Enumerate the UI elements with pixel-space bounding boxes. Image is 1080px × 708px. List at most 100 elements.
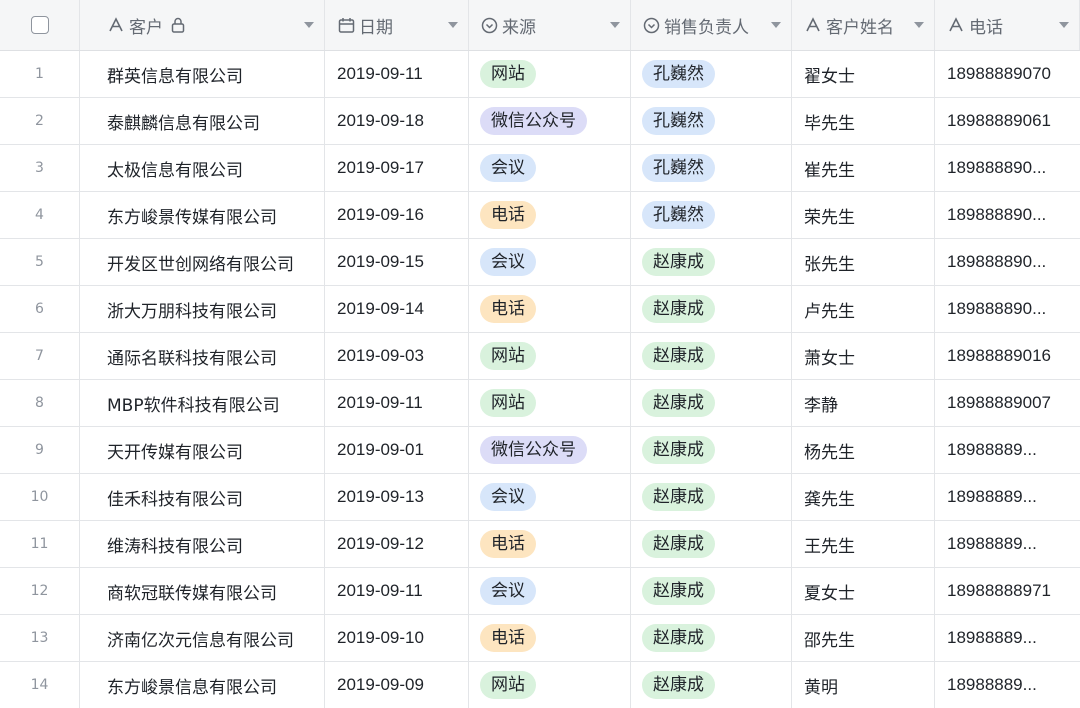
source-cell[interactable]: 电话 (469, 521, 631, 567)
phone-cell[interactable]: 18988889061 (935, 98, 1080, 144)
header-contact-name[interactable]: 客户姓名 (792, 0, 935, 50)
table-row[interactable]: 3 太极信息有限公司 2019-09-17 会议 孔巍然 崔先生 1898888… (0, 145, 1080, 192)
source-cell[interactable]: 电话 (469, 615, 631, 661)
date-cell[interactable]: 2019-09-01 (325, 427, 469, 473)
date-cell[interactable]: 2019-09-12 (325, 521, 469, 567)
customer-cell[interactable]: 佳禾科技有限公司 (80, 474, 325, 520)
owner-cell[interactable]: 赵康成 (631, 615, 792, 661)
owner-cell[interactable]: 孔巍然 (631, 98, 792, 144)
owner-cell[interactable]: 赵康成 (631, 239, 792, 285)
chevron-down-icon[interactable] (448, 22, 458, 28)
customer-cell[interactable]: 泰麒麟信息有限公司 (80, 98, 325, 144)
owner-cell[interactable]: 赵康成 (631, 333, 792, 379)
customer-cell[interactable]: 太极信息有限公司 (80, 145, 325, 191)
phone-cell[interactable]: 18988888971 (935, 568, 1080, 614)
table-row[interactable]: 13 济南亿次元信息有限公司 2019-09-10 电话 赵康成 邵先生 189… (0, 615, 1080, 662)
contact-name-cell[interactable]: 李静 (792, 380, 935, 426)
table-row[interactable]: 1 群英信息有限公司 2019-09-11 网站 孔巍然 翟女士 1898888… (0, 51, 1080, 98)
source-cell[interactable]: 网站 (469, 380, 631, 426)
row-index-cell[interactable]: 10 (0, 474, 80, 520)
table-row[interactable]: 5 开发区世创网络有限公司 2019-09-15 会议 赵康成 张先生 1898… (0, 239, 1080, 286)
table-row[interactable]: 7 通际名联科技有限公司 2019-09-03 网站 赵康成 萧女士 18988… (0, 333, 1080, 380)
source-cell[interactable]: 会议 (469, 239, 631, 285)
chevron-down-icon[interactable] (1059, 22, 1069, 28)
owner-cell[interactable]: 赵康成 (631, 380, 792, 426)
customer-cell[interactable]: MBP软件科技有限公司 (80, 380, 325, 426)
header-source[interactable]: 来源 (469, 0, 631, 50)
contact-name-cell[interactable]: 卢先生 (792, 286, 935, 332)
chevron-down-icon[interactable] (304, 22, 314, 28)
source-cell[interactable]: 网站 (469, 333, 631, 379)
phone-cell[interactable]: 18988889... (935, 474, 1080, 520)
customer-cell[interactable]: 东方峻景传媒有限公司 (80, 192, 325, 238)
date-cell[interactable]: 2019-09-10 (325, 615, 469, 661)
owner-cell[interactable]: 赵康成 (631, 662, 792, 708)
table-row[interactable]: 10 佳禾科技有限公司 2019-09-13 会议 赵康成 龚先生 189888… (0, 474, 1080, 521)
row-index-cell[interactable]: 5 (0, 239, 80, 285)
chevron-down-icon[interactable] (771, 22, 781, 28)
owner-cell[interactable]: 孔巍然 (631, 192, 792, 238)
contact-name-cell[interactable]: 龚先生 (792, 474, 935, 520)
table-row[interactable]: 8 MBP软件科技有限公司 2019-09-11 网站 赵康成 李静 18988… (0, 380, 1080, 427)
row-index-cell[interactable]: 11 (0, 521, 80, 567)
source-cell[interactable]: 微信公众号 (469, 98, 631, 144)
date-cell[interactable]: 2019-09-15 (325, 239, 469, 285)
source-cell[interactable]: 会议 (469, 145, 631, 191)
source-cell[interactable]: 电话 (469, 286, 631, 332)
contact-name-cell[interactable]: 荣先生 (792, 192, 935, 238)
phone-cell[interactable]: 18988889... (935, 662, 1080, 708)
row-index-cell[interactable]: 1 (0, 51, 80, 97)
customer-cell[interactable]: 东方峻景信息有限公司 (80, 662, 325, 708)
select-all-checkbox[interactable] (30, 16, 49, 34)
header-date[interactable]: 日期 (325, 0, 469, 50)
contact-name-cell[interactable]: 邵先生 (792, 615, 935, 661)
source-cell[interactable]: 网站 (469, 51, 631, 97)
date-cell[interactable]: 2019-09-11 (325, 51, 469, 97)
phone-cell[interactable]: 18988889016 (935, 333, 1080, 379)
row-index-cell[interactable]: 12 (0, 568, 80, 614)
date-cell[interactable]: 2019-09-11 (325, 568, 469, 614)
customer-cell[interactable]: 天开传媒有限公司 (80, 427, 325, 473)
row-index-cell[interactable]: 3 (0, 145, 80, 191)
date-cell[interactable]: 2019-09-09 (325, 662, 469, 708)
header-owner[interactable]: 销售负责人 (631, 0, 792, 50)
row-index-cell[interactable]: 4 (0, 192, 80, 238)
owner-cell[interactable]: 赵康成 (631, 286, 792, 332)
date-cell[interactable]: 2019-09-11 (325, 380, 469, 426)
contact-name-cell[interactable]: 翟女士 (792, 51, 935, 97)
date-cell[interactable]: 2019-09-16 (325, 192, 469, 238)
owner-cell[interactable]: 孔巍然 (631, 145, 792, 191)
table-row[interactable]: 9 天开传媒有限公司 2019-09-01 微信公众号 赵康成 杨先生 1898… (0, 427, 1080, 474)
phone-cell[interactable]: 18988889007 (935, 380, 1080, 426)
date-cell[interactable]: 2019-09-13 (325, 474, 469, 520)
customer-cell[interactable]: 济南亿次元信息有限公司 (80, 615, 325, 661)
table-row[interactable]: 12 商软冠联传媒有限公司 2019-09-11 会议 赵康成 夏女士 1898… (0, 568, 1080, 615)
phone-cell[interactable]: 189888890... (935, 286, 1080, 332)
date-cell[interactable]: 2019-09-18 (325, 98, 469, 144)
phone-cell[interactable]: 189888890... (935, 145, 1080, 191)
contact-name-cell[interactable]: 崔先生 (792, 145, 935, 191)
row-index-cell[interactable]: 14 (0, 662, 80, 708)
table-row[interactable]: 4 东方峻景传媒有限公司 2019-09-16 电话 孔巍然 荣先生 18988… (0, 192, 1080, 239)
customer-cell[interactable]: 浙大万朋科技有限公司 (80, 286, 325, 332)
contact-name-cell[interactable]: 毕先生 (792, 98, 935, 144)
source-cell[interactable]: 电话 (469, 192, 631, 238)
contact-name-cell[interactable]: 萧女士 (792, 333, 935, 379)
table-row[interactable]: 14 东方峻景信息有限公司 2019-09-09 网站 赵康成 黄明 18988… (0, 662, 1080, 708)
chevron-down-icon[interactable] (610, 22, 620, 28)
phone-cell[interactable]: 189888890... (935, 239, 1080, 285)
contact-name-cell[interactable]: 杨先生 (792, 427, 935, 473)
owner-cell[interactable]: 赵康成 (631, 521, 792, 567)
date-cell[interactable]: 2019-09-17 (325, 145, 469, 191)
customer-cell[interactable]: 群英信息有限公司 (80, 51, 325, 97)
row-index-cell[interactable]: 8 (0, 380, 80, 426)
phone-cell[interactable]: 18988889... (935, 521, 1080, 567)
row-index-cell[interactable]: 7 (0, 333, 80, 379)
source-cell[interactable]: 网站 (469, 662, 631, 708)
row-index-cell[interactable]: 13 (0, 615, 80, 661)
contact-name-cell[interactable]: 黄明 (792, 662, 935, 708)
source-cell[interactable]: 会议 (469, 474, 631, 520)
contact-name-cell[interactable]: 张先生 (792, 239, 935, 285)
phone-cell[interactable]: 189888890... (935, 192, 1080, 238)
owner-cell[interactable]: 孔巍然 (631, 51, 792, 97)
